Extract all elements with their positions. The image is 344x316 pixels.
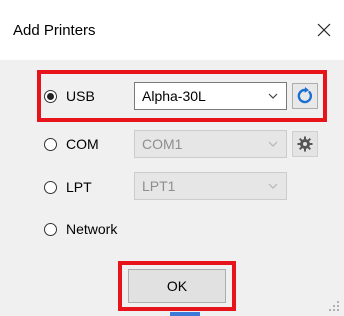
focus-indicator	[170, 312, 200, 316]
resize-grip-icon[interactable]	[328, 300, 340, 312]
lpt-radio-button[interactable]	[44, 180, 57, 194]
com-radio[interactable]: COM	[44, 133, 99, 155]
ok-button-label: OK	[166, 278, 188, 294]
chevron-down-icon	[268, 141, 278, 147]
chevron-down-icon	[268, 183, 278, 189]
gear-icon	[297, 136, 313, 152]
dialog-title: Add Printers	[13, 22, 96, 39]
usb-device-select[interactable]: Alpha-30L	[134, 82, 287, 110]
com-port-value: COM1	[142, 136, 183, 152]
lpt-port-value: LPT1	[142, 178, 176, 194]
ok-button[interactable]: OK	[128, 269, 226, 303]
network-radio[interactable]: Network	[44, 218, 117, 240]
network-label: Network	[66, 221, 118, 237]
refresh-icon	[297, 87, 313, 104]
lpt-radio[interactable]: LPT	[44, 176, 92, 198]
title-bar: Add Printers	[0, 0, 344, 60]
lpt-port-select[interactable]: LPT1	[134, 172, 287, 200]
com-label: COM	[66, 136, 99, 152]
lpt-label: LPT	[66, 179, 92, 195]
refresh-button[interactable]	[292, 83, 318, 109]
usb-radio[interactable]: USB	[44, 85, 95, 107]
com-radio-button[interactable]	[44, 137, 57, 151]
com-port-select[interactable]: COM1	[134, 130, 287, 158]
com-settings-button[interactable]	[292, 131, 318, 157]
usb-radio-button[interactable]	[44, 89, 57, 103]
usb-label: USB	[66, 88, 95, 104]
close-icon	[317, 23, 331, 37]
chevron-down-icon	[268, 93, 278, 99]
network-radio-button[interactable]	[44, 222, 57, 236]
close-button[interactable]	[314, 20, 334, 40]
usb-device-value: Alpha-30L	[142, 88, 206, 104]
